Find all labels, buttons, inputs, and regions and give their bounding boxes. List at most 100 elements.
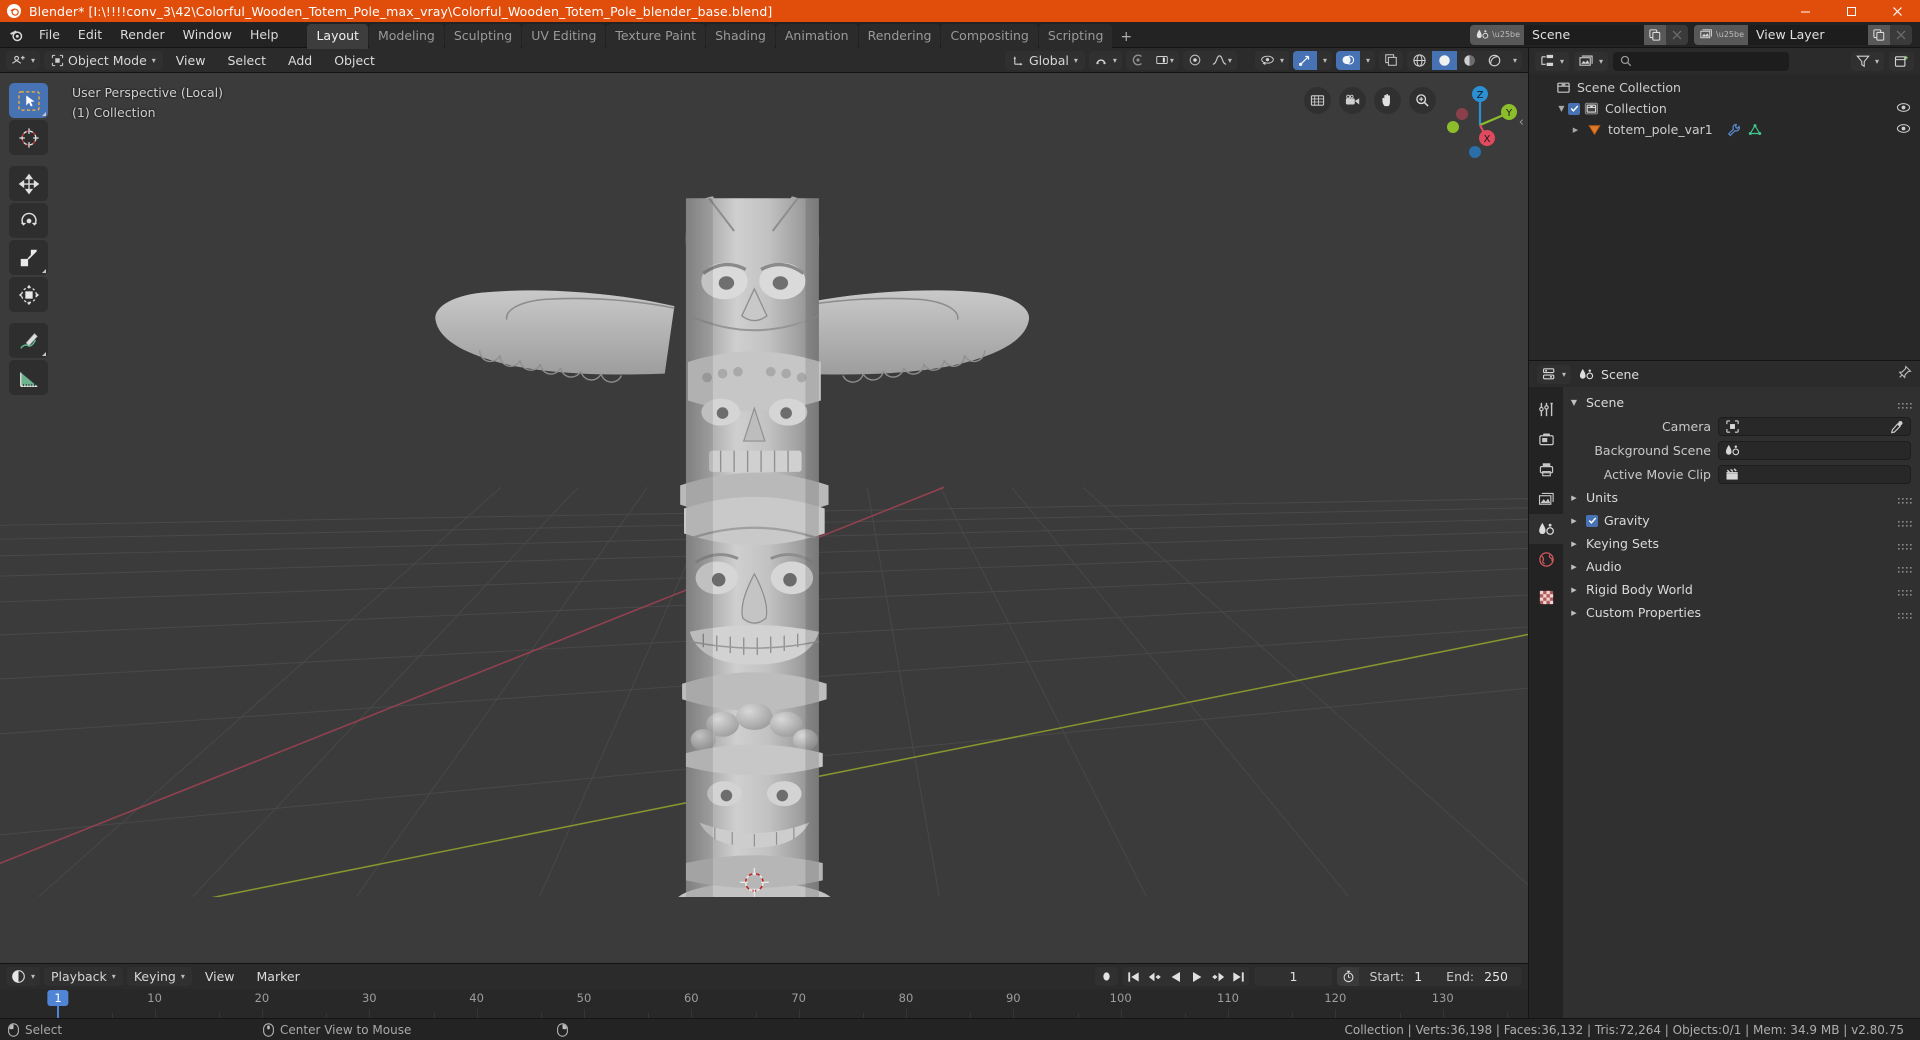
object-visibility-eye-icon[interactable] bbox=[1896, 122, 1911, 138]
next-keyframe-button[interactable] bbox=[1207, 967, 1228, 986]
annotate-tool[interactable] bbox=[9, 323, 48, 358]
material-preview-shading-icon[interactable] bbox=[1457, 51, 1482, 70]
new-view-layer-button[interactable] bbox=[1868, 24, 1890, 45]
snap-magnet-icon[interactable]: ▾ bbox=[1088, 50, 1122, 70]
panel-header-keying-sets[interactable]: ▶ Keying Sets bbox=[1563, 532, 1920, 555]
timeline-ruler[interactable]: 10 20 30 40 50 60 70 80 90 100 110 120 130 1 bbox=[0, 989, 1528, 1018]
tab-texture-paint[interactable]: Texture Paint bbox=[606, 24, 706, 49]
panel-header-audio[interactable]: ▶ Audio bbox=[1563, 555, 1920, 578]
panel-header-custom-properties[interactable]: ▶ Custom Properties bbox=[1563, 601, 1920, 624]
show-gizmo-icon[interactable] bbox=[1292, 50, 1317, 70]
solid-shading-icon[interactable] bbox=[1431, 50, 1457, 70]
view-layer-selector[interactable]: \u25be View Layer bbox=[1694, 24, 1912, 45]
modifier-wrench-icon[interactable] bbox=[1727, 123, 1741, 137]
properties-editor-type-icon[interactable]: ▾ bbox=[1537, 364, 1572, 384]
panel-drag-dots[interactable] bbox=[1898, 539, 1912, 554]
frame-start-field[interactable]: Start: 1 bbox=[1359, 967, 1436, 986]
use-preview-range-icon[interactable] bbox=[1337, 967, 1360, 986]
sidebar-collapse-arrow-icon[interactable]: ‹ bbox=[1519, 115, 1524, 130]
menu-help[interactable]: Help bbox=[241, 24, 288, 46]
unlink-scene-button[interactable] bbox=[1666, 24, 1689, 45]
close-button[interactable] bbox=[1874, 0, 1920, 22]
panel-header-gravity[interactable]: ▶ Gravity bbox=[1563, 509, 1920, 532]
timeline-menu-marker[interactable]: Marker bbox=[248, 968, 309, 985]
tab-scripting[interactable]: Scripting bbox=[1038, 24, 1113, 49]
measure-tool[interactable] bbox=[9, 360, 48, 395]
camera-field[interactable] bbox=[1718, 416, 1911, 437]
view-layer-name[interactable]: View Layer bbox=[1748, 24, 1868, 45]
outliner-filter-icon[interactable]: ▾ bbox=[1850, 51, 1884, 71]
gizmo-options-dropdown[interactable]: ▾ bbox=[1317, 51, 1332, 70]
record-keyframes-icon[interactable] bbox=[1095, 967, 1119, 986]
panel-header-scene[interactable]: ▼ Scene bbox=[1563, 391, 1920, 414]
timeline-menu-keying[interactable]: Keying ▾ bbox=[126, 967, 192, 986]
current-frame-field[interactable]: 1 bbox=[1254, 967, 1333, 986]
proportional-falloff-icon[interactable]: ▾ bbox=[1150, 51, 1179, 70]
outliner-editor-type-icon[interactable]: ▾ bbox=[1535, 51, 1570, 71]
scene-selector[interactable]: \u25be Scene bbox=[1470, 24, 1689, 45]
outliner-filter-id-icon[interactable]: ▾ bbox=[1574, 51, 1609, 71]
panel-header-rigid-body-world[interactable]: ▶ Rigid Body World bbox=[1563, 578, 1920, 601]
new-scene-button[interactable] bbox=[1644, 24, 1667, 45]
tab-animation[interactable]: Animation bbox=[775, 24, 858, 49]
panel-drag-dots[interactable] bbox=[1898, 562, 1912, 577]
new-collection-icon[interactable] bbox=[1889, 51, 1914, 71]
viewport-menu-add[interactable]: Add bbox=[279, 52, 321, 69]
eyedropper-icon[interactable] bbox=[1890, 420, 1904, 437]
show-overlays-icon[interactable] bbox=[1335, 50, 1360, 70]
outliner-row-scene-collection[interactable]: Scene Collection bbox=[1529, 77, 1920, 98]
menu-render[interactable]: Render bbox=[111, 24, 174, 46]
menu-window[interactable]: Window bbox=[174, 24, 241, 46]
timeline-menu-view[interactable]: View bbox=[196, 968, 244, 985]
view-layer-properties-tab[interactable] bbox=[1529, 484, 1563, 514]
gravity-checkbox[interactable] bbox=[1586, 514, 1598, 527]
editor-type-3dview-icon[interactable]: ▾ bbox=[6, 50, 41, 70]
pan-view-icon[interactable] bbox=[1374, 87, 1401, 114]
timeline-playhead[interactable]: 1 bbox=[47, 990, 69, 1006]
tool-properties-tab[interactable] bbox=[1529, 394, 1563, 424]
3d-viewport[interactable]: User Perspective (Local) (1) Collection bbox=[0, 73, 1528, 963]
tab-modeling[interactable]: Modeling bbox=[368, 24, 444, 49]
rotate-tool[interactable] bbox=[9, 203, 48, 238]
jump-to-start-button[interactable] bbox=[1123, 967, 1144, 986]
tab-sculpting[interactable]: Sculpting bbox=[444, 24, 522, 49]
previous-keyframe-button[interactable] bbox=[1144, 967, 1165, 986]
texture-properties-tab[interactable] bbox=[1529, 582, 1563, 612]
render-properties-tab[interactable] bbox=[1529, 424, 1563, 454]
wireframe-shading-icon[interactable] bbox=[1407, 51, 1432, 70]
tab-compositing[interactable]: Compositing bbox=[941, 24, 1038, 49]
menu-file[interactable]: File bbox=[30, 24, 69, 46]
remove-view-layer-button[interactable] bbox=[1890, 24, 1912, 45]
outliner-row-object[interactable]: ▶ totem_pole_var1 bbox=[1529, 119, 1920, 140]
viewport-menu-object[interactable]: Object bbox=[325, 52, 384, 69]
timeline-editor-type-icon[interactable]: ▾ bbox=[6, 967, 41, 986]
outliner-row-collection[interactable]: ▼ Collection bbox=[1529, 98, 1920, 119]
toggle-camera-view-icon[interactable] bbox=[1339, 87, 1366, 114]
panel-drag-dots[interactable] bbox=[1898, 585, 1912, 600]
zoom-view-icon[interactable] bbox=[1409, 87, 1436, 114]
viewport-menu-view[interactable]: View bbox=[167, 52, 215, 69]
move-tool[interactable] bbox=[9, 166, 48, 201]
tab-shading[interactable]: Shading bbox=[706, 24, 775, 49]
tab-uv-editing[interactable]: UV Editing bbox=[522, 24, 606, 49]
panel-drag-dots[interactable] bbox=[1898, 493, 1912, 508]
disclosure-triangle-closed[interactable]: ▶ bbox=[1569, 126, 1582, 134]
tweak-select-box-tool[interactable] bbox=[9, 83, 48, 118]
viewport-menu-select[interactable]: Select bbox=[218, 52, 275, 69]
play-button[interactable] bbox=[1186, 967, 1207, 986]
menu-edit[interactable]: Edit bbox=[69, 24, 111, 46]
background-scene-field[interactable] bbox=[1718, 440, 1911, 460]
transform-tool[interactable] bbox=[9, 277, 48, 312]
panel-drag-dots[interactable] bbox=[1898, 608, 1912, 623]
toggle-orthographic-icon[interactable] bbox=[1304, 87, 1331, 114]
output-properties-tab[interactable] bbox=[1529, 454, 1563, 484]
blender-menu-icon[interactable] bbox=[6, 25, 26, 45]
object-type-visibility-eye-icon[interactable]: ▾ bbox=[1254, 50, 1289, 70]
minimize-button[interactable] bbox=[1782, 0, 1828, 22]
panel-drag-dots[interactable] bbox=[1898, 516, 1912, 531]
falloff-curve-icon[interactable]: ▾ bbox=[1207, 51, 1237, 70]
cursor-tool[interactable] bbox=[9, 120, 48, 155]
add-workspace-button[interactable]: + bbox=[1113, 25, 1139, 49]
panel-drag-dots[interactable] bbox=[1898, 398, 1912, 413]
tab-layout[interactable]: Layout bbox=[307, 24, 368, 49]
